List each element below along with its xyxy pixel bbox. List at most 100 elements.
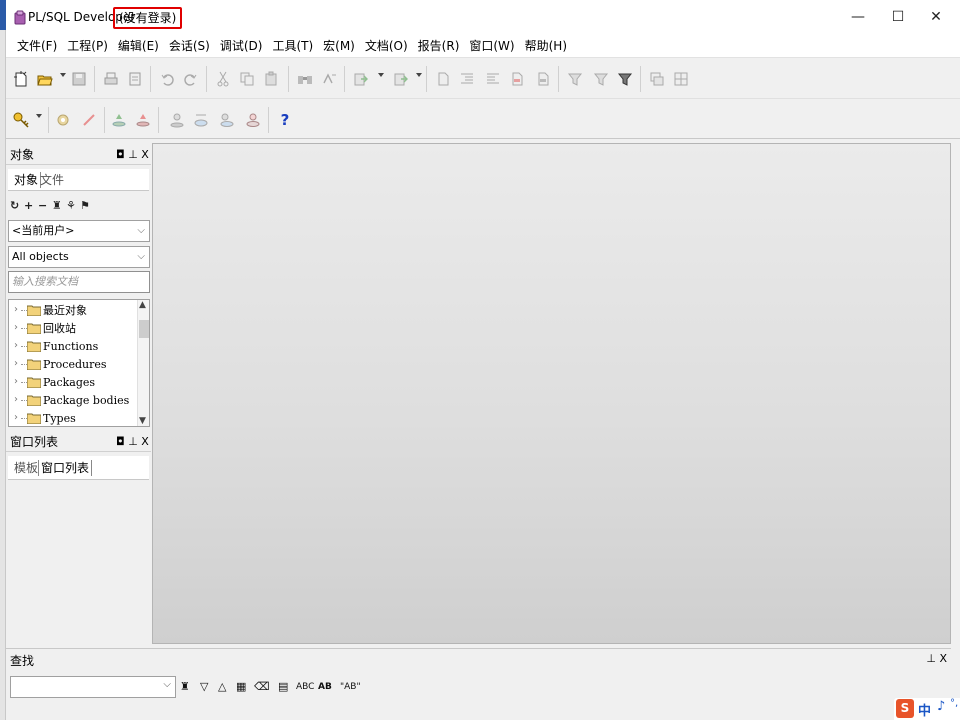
commit-icon[interactable] [108,109,130,131]
key-icon[interactable] [10,109,32,131]
highlight-all-icon[interactable]: ▦ [236,679,246,695]
close-button[interactable]: ✕ [920,6,952,28]
scroll-down-icon[interactable]: ▼ [139,416,146,426]
expand-icon[interactable]: › [14,412,18,423]
chevron-down-icon[interactable]: ⌵ [163,679,171,690]
expand-icon[interactable]: › [14,322,18,333]
clear-icon[interactable]: ⌫ [254,679,270,695]
paste-icon[interactable] [260,68,282,90]
find-binoculars-icon[interactable] [294,68,316,90]
tree-item-package-bodies[interactable]: › Package bodies [9,392,137,410]
query-builder-icon[interactable] [564,68,586,90]
query-filter-icon[interactable] [590,68,612,90]
find-next-icon[interactable]: ▽ [200,679,208,695]
ime-indicator[interactable]: S 中 ♪ °, [894,698,960,720]
document-icon[interactable] [432,68,454,90]
db-sql-icon[interactable] [190,109,212,131]
menu-window[interactable]: 窗口(W) [464,35,519,57]
tab-objects[interactable]: 对象 [12,172,42,188]
cut-icon[interactable] [212,68,234,90]
maximize-button[interactable]: ☐ [882,6,914,28]
db-connect-icon[interactable] [216,109,238,131]
execute-dropdown-icon[interactable] [378,73,384,77]
find-replace-icon[interactable] [318,68,340,90]
execute-icon[interactable] [350,68,372,90]
add-icon[interactable]: + [24,199,33,213]
match-case-toggle[interactable]: ABC [296,679,314,695]
cascade-windows-icon[interactable] [646,68,668,90]
undo-icon[interactable] [156,68,178,90]
key-dropdown-icon[interactable] [36,114,42,118]
tree-item-types[interactable]: › Types [9,410,137,426]
tag-icon[interactable]: ⚑ [80,199,90,213]
gear-icon[interactable] [52,109,74,131]
open-folder-icon[interactable] [34,68,56,90]
tree-item-functions[interactable]: › Functions [9,338,137,356]
whole-word-toggle[interactable]: "AB" [340,679,361,695]
expand-icon[interactable]: › [14,340,18,351]
menu-session[interactable]: 会话(S) [164,35,215,57]
rollback-icon[interactable] [132,109,154,131]
expand-icon[interactable]: › [14,376,18,387]
filter-icon[interactable]: ⚘ [66,199,76,213]
tree-item-procedures[interactable]: › Procedures [9,356,137,374]
print-preview-icon[interactable] [124,68,146,90]
print-icon[interactable] [100,68,122,90]
mdi-workspace[interactable] [152,143,951,644]
scroll-up-icon[interactable]: ▲ [139,300,146,310]
tab-window-list[interactable]: 窗口列表 [38,460,93,476]
search-docs-input[interactable]: 输入搜索文档 [8,271,150,293]
user-select[interactable]: <当前用户> ⌵ [8,220,150,242]
break-icon[interactable] [78,109,100,131]
menu-help[interactable]: 帮助(H) [520,35,572,57]
tab-templates[interactable]: 模板 [12,460,40,476]
binoculars-icon[interactable]: ♜ [52,199,62,213]
find-binoculars-icon[interactable]: ♜ [180,679,190,695]
step-dropdown-icon[interactable] [416,73,422,77]
step-icon[interactable] [390,68,412,90]
menu-tools[interactable]: 工具(T) [267,35,318,57]
remove-icon[interactable]: − [38,199,47,213]
ime-mode[interactable]: 中 [918,700,931,719]
ime-punctuation-icon[interactable]: °, [950,698,958,709]
indent-icon[interactable] [456,68,478,90]
scroll-thumb[interactable] [139,320,149,338]
db-user-icon[interactable] [166,109,188,131]
object-panel-controls[interactable]: ◘ ⊥ X [116,148,149,162]
expand-icon[interactable]: › [14,358,18,369]
options-icon[interactable]: ▤ [278,679,288,695]
query-run-icon[interactable] [614,68,636,90]
find-previous-icon[interactable]: △ [218,679,226,695]
tree-item-recycle-bin[interactable]: › 回收站 [9,320,137,338]
redo-icon[interactable] [180,68,202,90]
comment-icon[interactable] [506,68,528,90]
menu-debug[interactable]: 调试(D) [215,35,268,57]
tree-scrollbar[interactable]: ▲ ▼ [137,300,149,426]
refresh-icon[interactable]: ↻ [10,199,19,213]
expand-icon[interactable]: › [14,304,18,315]
menu-file[interactable]: 文件(F) [12,35,62,57]
tree-item-recent-objects[interactable]: › 最近对象 [9,302,137,320]
tree-item-packages[interactable]: › Packages [9,374,137,392]
db-disconnect-icon[interactable] [242,109,264,131]
ime-halfwidth-icon[interactable]: ♪ [937,699,945,714]
menu-project[interactable]: 工程(P) [62,35,113,57]
tile-windows-icon[interactable] [670,68,692,90]
window-list-controls[interactable]: ◘ ⊥ X [116,435,149,449]
menu-macro[interactable]: 宏(M) [318,35,360,57]
object-filter-select[interactable]: All objects ⌵ [8,246,150,268]
uncomment-icon[interactable] [532,68,554,90]
new-icon[interactable] [10,68,32,90]
menu-documents[interactable]: 文档(O) [360,35,413,57]
regex-toggle[interactable]: AB [318,679,332,695]
save-icon[interactable] [68,68,90,90]
expand-icon[interactable]: › [14,394,18,405]
menu-reports[interactable]: 报告(R) [413,35,465,57]
find-input[interactable]: ⌵ [10,676,176,698]
unindent-icon[interactable] [482,68,504,90]
menu-edit[interactable]: 编辑(E) [113,35,164,57]
find-panel-controls[interactable]: ⊥ X [926,652,947,665]
help-icon[interactable]: ? [274,109,296,131]
open-dropdown-icon[interactable] [60,73,66,77]
copy-icon[interactable] [236,68,258,90]
